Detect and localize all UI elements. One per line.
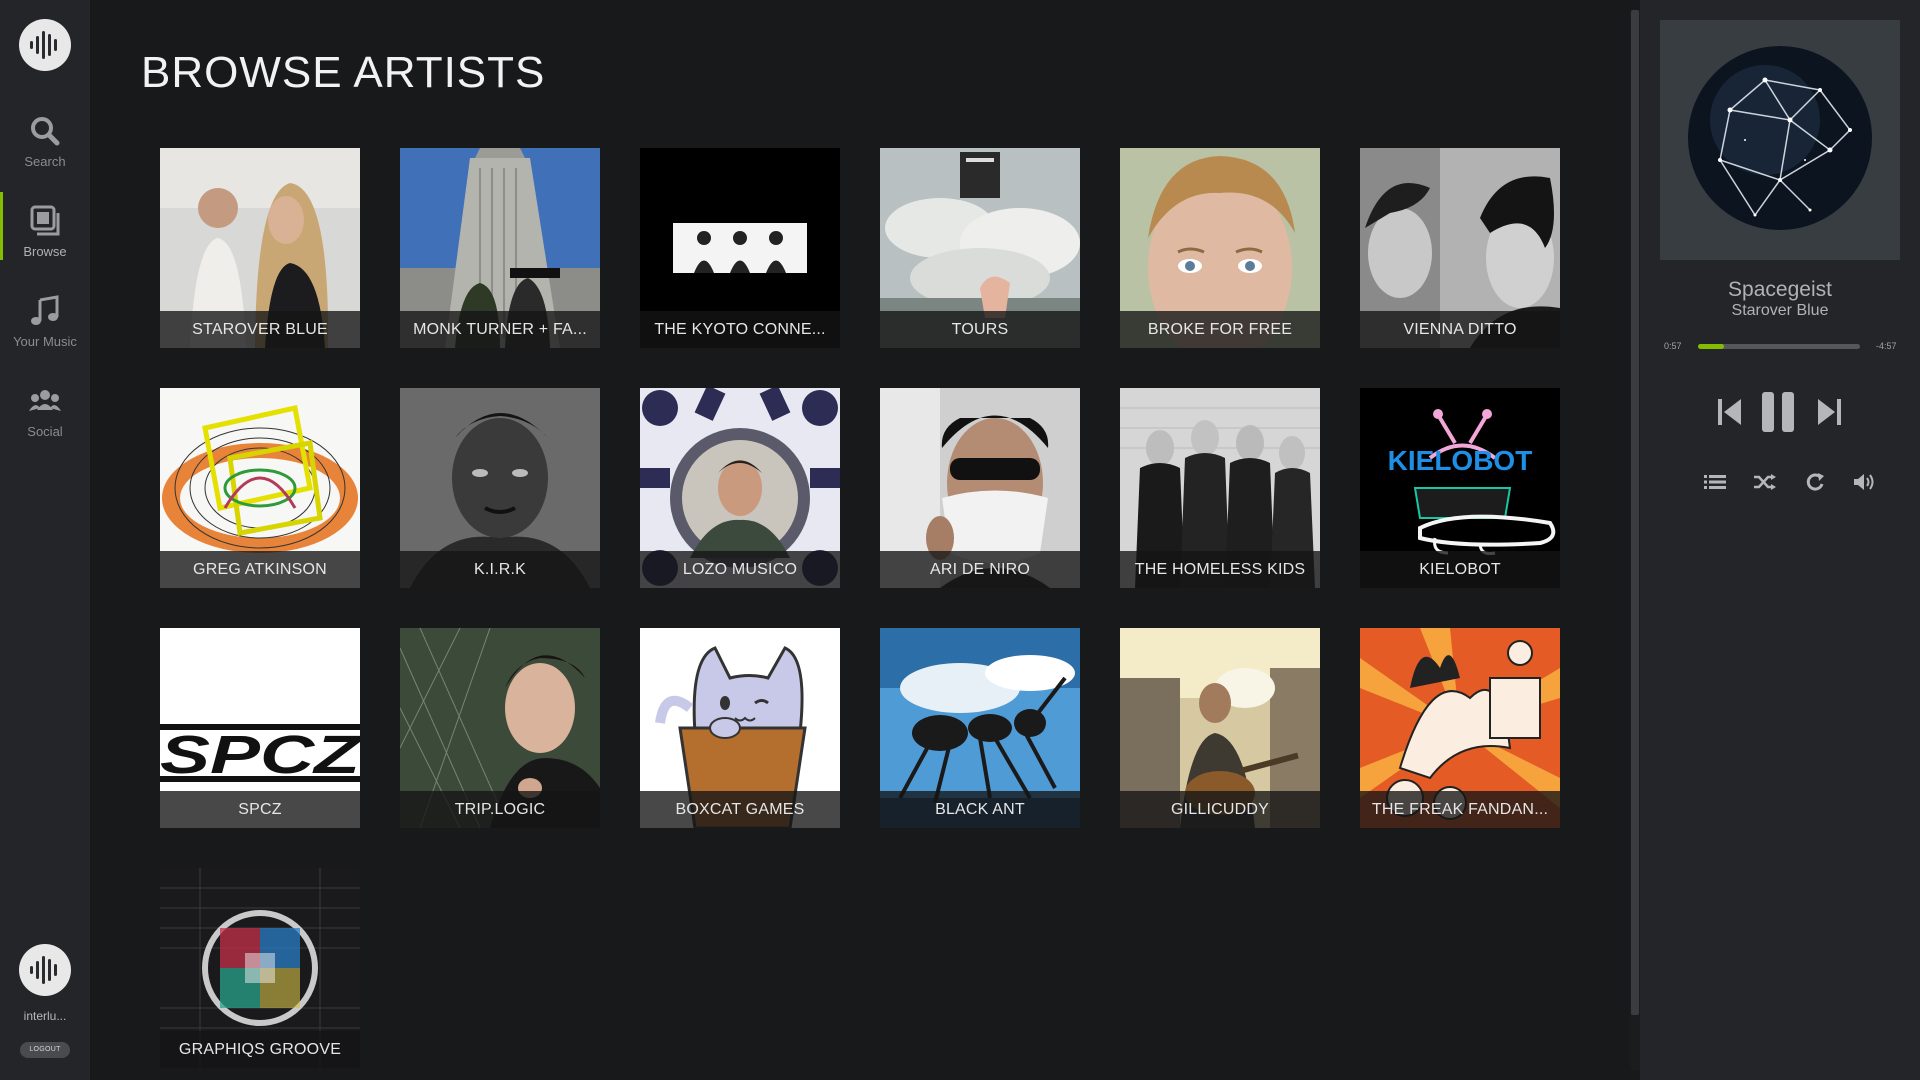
artist-name: ARI DE NIRO — [880, 551, 1080, 588]
artist-tile-kirk[interactable]: K.I.R.K — [400, 388, 600, 588]
volume-button[interactable] — [1852, 470, 1878, 494]
svg-text:KIELOBOT: KIELOBOT — [1388, 445, 1533, 476]
artist-name: BROKE FOR FREE — [1120, 311, 1320, 348]
next-button[interactable] — [1812, 394, 1846, 430]
users-icon — [28, 384, 62, 418]
skip-back-icon — [1718, 399, 1741, 425]
repeat-icon — [1806, 473, 1824, 491]
artist-name: THE FREAK FANDAN... — [1360, 791, 1560, 828]
shuffle-button[interactable] — [1752, 470, 1778, 494]
nav-social[interactable]: Social — [0, 378, 90, 462]
shuffle-icon — [1754, 474, 1776, 490]
artist-tile-the-homeless-kids[interactable]: THE HOMELESS KIDS — [1120, 388, 1320, 588]
main-content: BROWSE ARTISTS STAROVER BLUE MONK TURNER… — [90, 0, 1630, 1080]
artist-tile-black-ant[interactable]: BLACK ANT — [880, 628, 1080, 828]
search-icon — [28, 114, 62, 148]
artist-tile-vienna-ditto[interactable]: VIENNA DITTO — [1360, 148, 1560, 348]
artist-name: SPCZ — [160, 791, 360, 828]
artist-tile-boxcat-games[interactable]: BOXCAT GAMES — [640, 628, 840, 828]
artist-name: BLACK ANT — [880, 791, 1080, 828]
artist-name: BOXCAT GAMES — [640, 791, 840, 828]
artist-tile-greg-atkinson[interactable]: GREG ATKINSON — [160, 388, 360, 588]
repeat-button[interactable] — [1802, 470, 1828, 494]
artist-tile-tours[interactable]: TOURS — [880, 148, 1080, 348]
artist-tile-monk-turner[interactable]: MONK TURNER + FA... — [400, 148, 600, 348]
pause-icon — [1762, 392, 1794, 432]
artist-tile-gillicuddy[interactable]: GILLICUDDY — [1120, 628, 1320, 828]
artist-name: LOZO MUSICO — [640, 551, 840, 588]
track-title: Spacegeist — [1728, 278, 1832, 301]
artist-name: THE KYOTO CONNE... — [640, 311, 840, 348]
svg-text:SPCZ: SPCZ — [160, 725, 360, 785]
list-icon — [1704, 475, 1726, 489]
artist-tile-lozo-musico[interactable]: LOZO MUSICO — [640, 388, 840, 588]
artist-tile-ari-de-niro[interactable]: ARI DE NIRO — [880, 388, 1080, 588]
artist-name: KIELOBOT — [1360, 551, 1560, 588]
soundwave-logo-icon — [30, 31, 57, 59]
volume-icon — [1854, 474, 1874, 490]
queue-button[interactable] — [1702, 470, 1728, 494]
nav-your-music[interactable]: Your Music — [0, 288, 90, 372]
previous-button[interactable] — [1713, 394, 1747, 430]
artist-tile-the-freak-fandango[interactable]: THE FREAK FANDAN... — [1360, 628, 1560, 828]
artist-name: GILLICUDDY — [1120, 791, 1320, 828]
pause-button[interactable] — [1756, 390, 1800, 434]
artist-tile-kielobot[interactable]: KIELOBOT KIELOBOT — [1360, 388, 1560, 588]
nav-browse[interactable]: Browse — [0, 192, 90, 282]
artist-name: K.I.R.K — [400, 551, 600, 588]
track-artist[interactable]: Starover Blue — [1640, 302, 1920, 320]
soundwave-avatar-icon — [30, 956, 57, 984]
now-playing-panel: Spacegeist Starover Blue 0:57 -4:57 — [1640, 0, 1920, 1080]
app-logo[interactable] — [19, 19, 71, 71]
time-remaining: -4:57 — [1876, 341, 1897, 351]
artist-tile-starover-blue[interactable]: STAROVER BLUE — [160, 148, 360, 348]
artist-name: GRAPHIQS GROOVE — [160, 1031, 360, 1068]
logout-button[interactable]: LOGOUT — [20, 1042, 70, 1058]
artist-name: STAROVER BLUE — [160, 311, 360, 348]
browse-icon — [28, 204, 62, 238]
artist-name: GREG ATKINSON — [160, 551, 360, 588]
nav-search[interactable]: Search — [0, 108, 90, 192]
artist-name: MONK TURNER + FA... — [400, 311, 600, 348]
artist-tile-spcz[interactable]: SPCZ SPCZ — [160, 628, 360, 828]
progress-bar[interactable] — [1698, 344, 1860, 349]
artist-tile-graphiqs-groove[interactable]: GRAPHIQS GROOVE — [160, 868, 360, 1068]
artist-name: TRIP.LOGIC — [400, 791, 600, 828]
nav-browse-label: Browse — [23, 244, 67, 259]
page-title: BROWSE ARTISTS — [141, 48, 546, 97]
progress-fill — [1698, 344, 1724, 349]
artist-name: THE HOMELESS KIDS — [1120, 551, 1320, 588]
skip-forward-icon — [1818, 399, 1841, 425]
user-avatar[interactable] — [19, 944, 71, 996]
nav-your-music-label: Your Music — [13, 334, 77, 349]
artist-name: TOURS — [880, 311, 1080, 348]
nav-search-label: Search — [24, 154, 66, 169]
artist-name: VIENNA DITTO — [1360, 311, 1560, 348]
artist-tile-broke-for-free[interactable]: BROKE FOR FREE — [1120, 148, 1320, 348]
music-note-icon — [28, 294, 62, 328]
scrollbar-thumb[interactable] — [1631, 10, 1639, 1015]
sidebar: Search Browse Your Music Social interlu.… — [0, 0, 90, 1080]
artist-tile-trip-logic[interactable]: TRIP.LOGIC — [400, 628, 600, 828]
nav-social-label: Social — [27, 424, 63, 439]
album-art[interactable] — [1660, 20, 1900, 260]
time-elapsed: 0:57 — [1664, 341, 1682, 351]
artist-tile-the-kyoto-connection[interactable]: THE KYOTO CONNE... — [640, 148, 840, 348]
user-name: interlu... — [23, 1009, 67, 1023]
